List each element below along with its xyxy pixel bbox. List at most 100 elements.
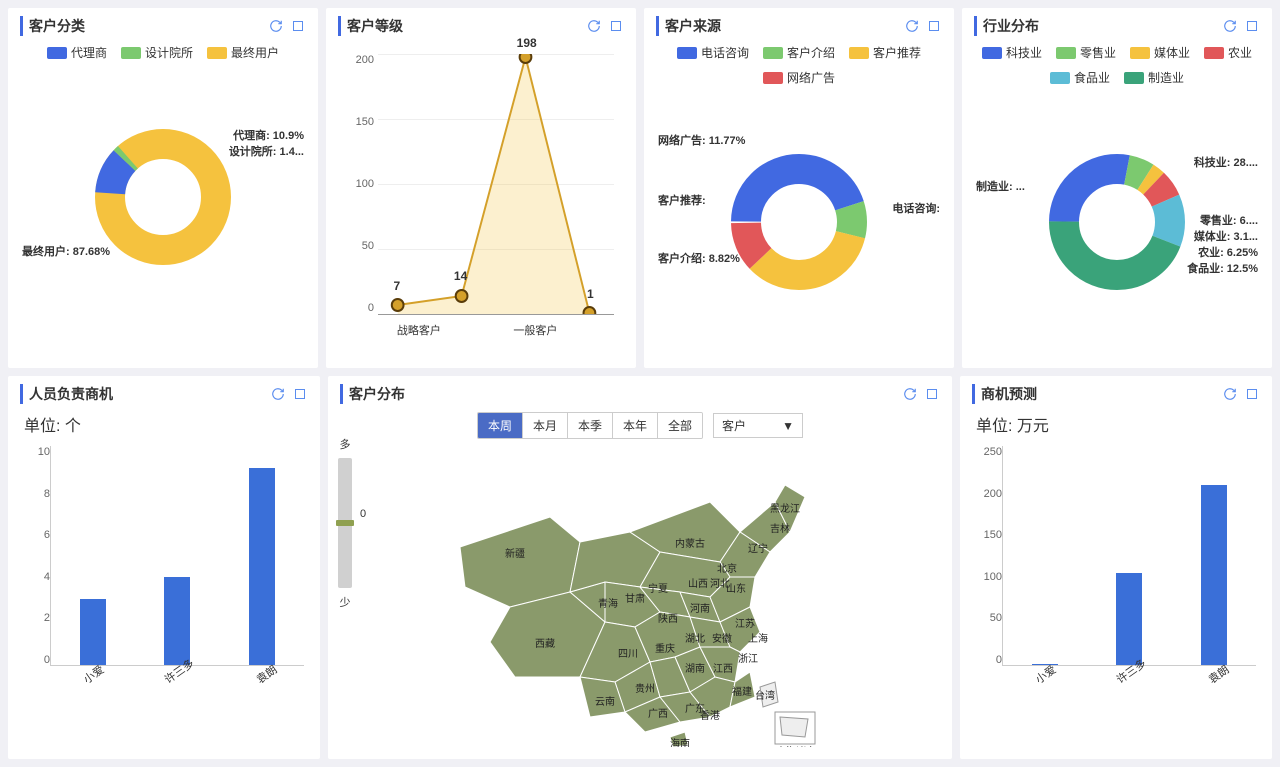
svg-text:贵州: 贵州 — [635, 682, 655, 695]
time-range-tabs: 本周 本月 本季 本年 全部 — [477, 412, 703, 439]
bar[interactable] — [249, 468, 275, 665]
bar-chart: 250 200 150 100 50 0 小爱 许三多 袁朗 — [972, 446, 1260, 696]
maximize-icon[interactable] — [1244, 18, 1260, 34]
svg-text:湖南: 湖南 — [685, 662, 705, 675]
svg-text:北京: 北京 — [717, 562, 737, 575]
svg-text:吉林: 吉林 — [770, 522, 790, 535]
slice-label: 科技业: 28.... — [1194, 154, 1258, 170]
china-map[interactable]: 新疆 西藏 青海 甘肃 内蒙古 黑龙江 吉林 辽宁 北京 河北 山西 山东 宁夏… — [430, 447, 850, 747]
legend-item[interactable]: 农业 — [1204, 44, 1252, 61]
slice-label: 网络广告: 11.77% — [658, 132, 745, 148]
slice-label: 电话咨询: — [892, 200, 940, 216]
card-title: 客户分类 — [20, 16, 85, 36]
tab-year[interactable]: 本年 — [613, 413, 658, 438]
svg-text:上海: 上海 — [748, 632, 768, 645]
legend-item[interactable]: 零售业 — [1056, 44, 1116, 61]
card-customer-source: 客户来源 电话咨询 客户介绍 客户推荐 网络广告 网络广告: 11.77% 客户… — [644, 8, 954, 368]
entity-select[interactable]: 客户 ▼ — [713, 413, 803, 438]
maximize-icon[interactable] — [924, 386, 940, 402]
refresh-icon[interactable] — [902, 386, 918, 402]
svg-text:山东: 山东 — [726, 582, 746, 595]
svg-text:江苏: 江苏 — [735, 617, 755, 630]
svg-text:福建: 福建 — [732, 685, 752, 698]
svg-text:宁夏: 宁夏 — [648, 582, 668, 595]
legend: 代理商 设计院所 最终用户 — [20, 44, 306, 61]
refresh-icon[interactable] — [586, 18, 602, 34]
svg-text:湖北: 湖北 — [685, 633, 705, 645]
legend-item[interactable]: 最终用户 — [207, 44, 279, 61]
slice-label: 最终用户: 87.68% — [22, 243, 110, 259]
legend-item[interactable]: 代理商 — [47, 44, 107, 61]
card-industry: 行业分布 科技业 零售业 媒体业 农业 食品业 制造业 科技业: 28... — [962, 8, 1272, 368]
svg-text:云南: 云南 — [595, 695, 615, 708]
bar[interactable] — [1201, 485, 1227, 665]
maximize-icon[interactable] — [926, 18, 942, 34]
chevron-down-icon: ▼ — [782, 419, 794, 433]
svg-text:四川: 四川 — [618, 649, 638, 660]
maximize-icon[interactable] — [608, 18, 624, 34]
bar[interactable] — [1116, 573, 1142, 665]
legend-item[interactable]: 科技业 — [982, 44, 1042, 61]
svg-text:辽宁: 辽宁 — [748, 542, 768, 555]
legend: 电话咨询 客户介绍 客户推荐 网络广告 — [656, 44, 942, 86]
bar-chart: 10 8 6 4 2 0 小爱 许三多 袁朗 — [20, 446, 308, 696]
svg-text:新疆: 新疆 — [505, 547, 525, 560]
svg-text:山西: 山西 — [688, 578, 708, 590]
bar[interactable] — [80, 599, 106, 665]
slice-label: 媒体业: 3.1... — [1194, 228, 1258, 244]
y-axis-unit: 单位: 万元 — [976, 412, 1260, 436]
legend-item[interactable]: 网络广告 — [763, 69, 835, 86]
card-distribution: 客户分布 本周 本月 本季 本年 全部 客户 ▼ 多 0 少 — [328, 376, 952, 759]
card-customer-level: 客户等级 200 150 100 50 0 — [326, 8, 636, 368]
svg-text:香港: 香港 — [700, 710, 720, 722]
svg-text:西藏: 西藏 — [535, 638, 555, 650]
svg-text:青海: 青海 — [598, 597, 618, 610]
maximize-icon[interactable] — [1244, 386, 1260, 402]
tab-quarter[interactable]: 本季 — [568, 413, 613, 438]
card-personnel: 人员负责商机 单位: 个 10 8 6 4 2 0 小爱 — [8, 376, 320, 759]
slice-label: 农业: 6.25% — [1198, 244, 1258, 260]
legend: 科技业 零售业 媒体业 农业 食品业 制造业 — [974, 44, 1260, 86]
tab-month[interactable]: 本月 — [523, 413, 568, 438]
refresh-icon[interactable] — [1222, 386, 1238, 402]
card-title: 商机预测 — [972, 384, 1037, 404]
card-customer-classification: 客户分类 代理商 设计院所 最终用户 代理商: 10.9% 设计院所: 1.4.… — [8, 8, 318, 368]
maximize-icon[interactable] — [290, 18, 306, 34]
refresh-icon[interactable] — [270, 386, 286, 402]
card-title: 客户等级 — [338, 16, 403, 36]
y-axis-unit: 单位: 个 — [24, 412, 308, 436]
legend-item[interactable]: 电话咨询 — [677, 44, 749, 61]
card-title: 客户分布 — [340, 384, 405, 404]
legend-item[interactable]: 设计院所 — [121, 44, 193, 61]
legend-item[interactable]: 食品业 — [1050, 69, 1110, 86]
svg-text:海南: 海南 — [670, 737, 690, 747]
legend-item[interactable]: 媒体业 — [1130, 44, 1190, 61]
svg-text:甘肃: 甘肃 — [625, 592, 645, 605]
card-title: 行业分布 — [974, 16, 1039, 36]
slice-label: 食品业: 12.5% — [1187, 260, 1258, 276]
refresh-icon[interactable] — [904, 18, 920, 34]
svg-text:黑龙江: 黑龙江 — [770, 502, 800, 515]
card-title: 客户来源 — [656, 16, 721, 36]
donut-chart — [1047, 152, 1187, 292]
tab-all[interactable]: 全部 — [658, 413, 702, 438]
card-title: 人员负责商机 — [20, 384, 113, 404]
slice-label: 制造业: ... — [976, 178, 1025, 194]
donut-chart — [93, 127, 233, 267]
refresh-icon[interactable] — [268, 18, 284, 34]
bar[interactable] — [164, 577, 190, 665]
legend-item[interactable]: 制造业 — [1124, 69, 1184, 86]
refresh-icon[interactable] — [1222, 18, 1238, 34]
svg-text:重庆: 重庆 — [655, 642, 675, 655]
legend-item[interactable]: 客户推荐 — [849, 44, 921, 61]
svg-text:台湾: 台湾 — [755, 689, 775, 702]
slice-label: 零售业: 6.... — [1200, 212, 1258, 228]
legend-item[interactable]: 客户介绍 — [763, 44, 835, 61]
svg-text:内蒙古: 内蒙古 — [675, 537, 705, 550]
maximize-icon[interactable] — [292, 386, 308, 402]
svg-text:陕西: 陕西 — [658, 612, 678, 625]
tab-week[interactable]: 本周 — [478, 413, 523, 438]
density-slider[interactable]: 多 0 少 — [338, 436, 352, 610]
card-forecast: 商机预测 单位: 万元 250 200 150 100 50 0 小爱 — [960, 376, 1272, 759]
donut-chart — [729, 152, 869, 292]
